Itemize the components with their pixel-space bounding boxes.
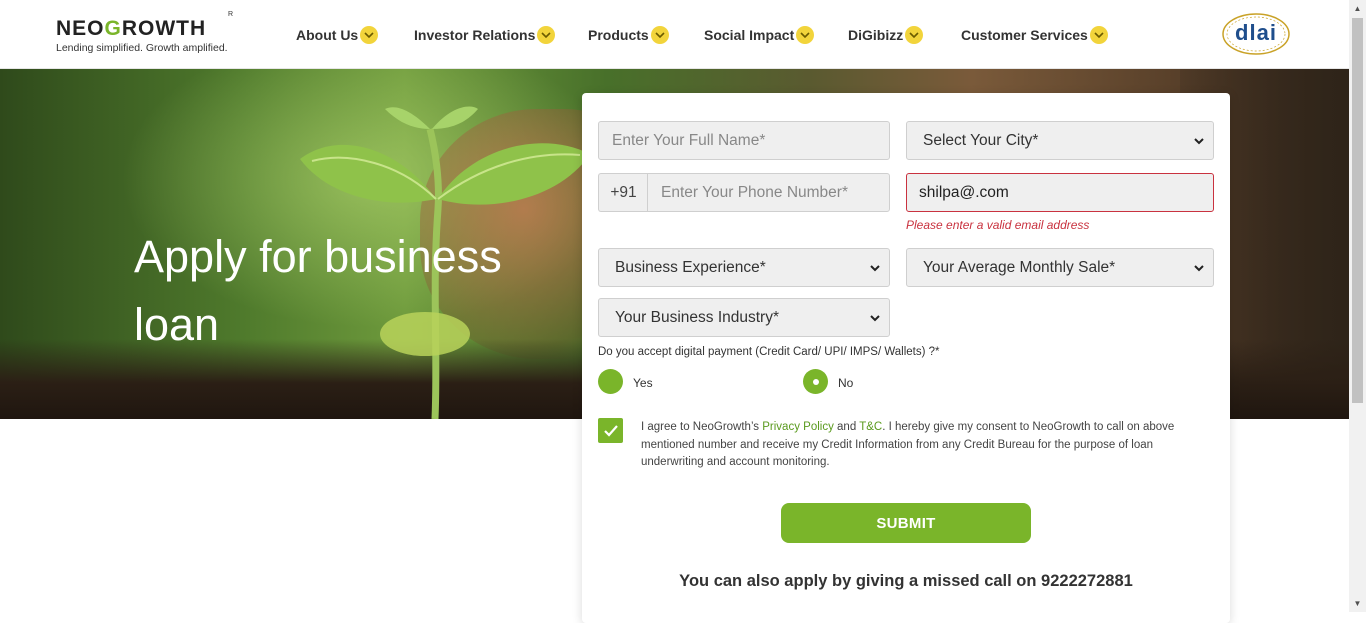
- loan-application-form: Enter Your Full Name* Select Your City* …: [582, 93, 1230, 623]
- chevron-down-icon: [1194, 265, 1204, 272]
- hero-title: Apply for business loan: [134, 223, 554, 359]
- nav-investor-relations[interactable]: Investor Relations: [414, 24, 556, 46]
- nav-social-impact[interactable]: Social Impact: [704, 24, 815, 46]
- hero-title-line2: loan: [134, 299, 220, 350]
- privacy-policy-link[interactable]: Privacy Policy: [762, 421, 834, 433]
- nav-customer-services[interactable]: Customer Services: [961, 24, 1108, 46]
- full-name-input[interactable]: Enter Your Full Name*: [598, 121, 890, 160]
- hero-title-line1: Apply for business: [134, 231, 502, 282]
- digital-payment-question: Do you accept digital payment (Credit Ca…: [598, 346, 940, 358]
- city-selected: Select Your City*: [923, 131, 1039, 149]
- radio-no-label: No: [838, 376, 854, 390]
- phone-country-code: +91: [598, 173, 648, 212]
- chevron-down-icon: [870, 315, 880, 322]
- consent-checkbox[interactable]: [598, 418, 623, 443]
- monthly-sale-select[interactable]: Your Average Monthly Sale*: [906, 248, 1214, 287]
- missed-call-text: You can also apply by giving a missed ca…: [679, 572, 1133, 590]
- dlai-text: dlai: [1235, 20, 1277, 45]
- scroll-thumb[interactable]: [1352, 18, 1363, 403]
- chevron-down-icon: [796, 26, 815, 44]
- terms-link[interactable]: T&C: [859, 421, 882, 433]
- chevron-down-icon: [650, 26, 669, 44]
- business-industry-select[interactable]: Your Business Industry*: [598, 298, 890, 337]
- chevron-down-icon: [1194, 138, 1204, 145]
- chevron-down-icon: [1089, 26, 1108, 44]
- nav-products[interactable]: Products: [588, 24, 669, 46]
- submit-button[interactable]: SUBMIT: [781, 503, 1031, 543]
- full-name-placeholder: Enter Your Full Name*: [612, 131, 766, 149]
- nav-label: Social Impact: [704, 27, 795, 43]
- dlai-badge[interactable]: dlai: [1221, 12, 1291, 56]
- site-header: NEOGROWTH R Lending simplified. Growth a…: [0, 0, 1349, 69]
- chevron-down-icon: [870, 265, 880, 272]
- radio-selected-dot: [812, 378, 819, 385]
- radio-yes-label: Yes: [633, 376, 653, 390]
- nav-about-us[interactable]: About Us: [296, 24, 379, 46]
- chevron-down-icon: [537, 26, 556, 44]
- email-value: shilpa@.com: [919, 183, 1009, 201]
- nav-label: Products: [588, 27, 649, 43]
- registered-mark: R: [228, 11, 234, 18]
- business-experience-select[interactable]: Business Experience*: [598, 248, 890, 287]
- radio-yes[interactable]: [598, 369, 623, 394]
- scroll-up-arrow-icon[interactable]: ▲: [1349, 0, 1366, 17]
- logo-tagline: Lending simplified. Growth amplified.: [56, 42, 228, 54]
- checkmark-icon: [603, 424, 618, 437]
- city-select[interactable]: Select Your City*: [906, 121, 1214, 160]
- email-error-message: Please enter a valid email address: [906, 218, 1090, 232]
- business-experience-selected: Business Experience*: [615, 258, 766, 276]
- logo-wordmark: NEOGROWTH: [56, 17, 207, 40]
- chevron-down-icon: [360, 26, 379, 44]
- neogrowth-logo[interactable]: NEOGROWTH R Lending simplified. Growth a…: [56, 11, 233, 54]
- radio-no[interactable]: [803, 369, 828, 394]
- nav-label: DiGibizz: [848, 27, 904, 43]
- email-input[interactable]: shilpa@.com: [906, 173, 1214, 212]
- business-industry-selected: Your Business Industry*: [615, 308, 779, 326]
- phone-placeholder: Enter Your Phone Number*: [661, 183, 848, 201]
- nav-label: Customer Services: [961, 27, 1088, 43]
- nav-digibizz[interactable]: DiGibizz: [848, 24, 924, 46]
- scroll-down-arrow-icon[interactable]: ▼: [1349, 595, 1366, 612]
- phone-prefix-text: +91: [610, 183, 637, 201]
- consent-text: I agree to NeoGrowth’s Privacy Policy an…: [641, 421, 1175, 468]
- nav-label: About Us: [296, 27, 359, 43]
- monthly-sale-selected: Your Average Monthly Sale*: [923, 258, 1116, 276]
- chevron-down-icon: [905, 26, 924, 44]
- nav-label: Investor Relations: [414, 27, 536, 43]
- phone-input[interactable]: Enter Your Phone Number*: [647, 173, 890, 212]
- page-scrollbar[interactable]: ▲ ▼: [1349, 0, 1366, 612]
